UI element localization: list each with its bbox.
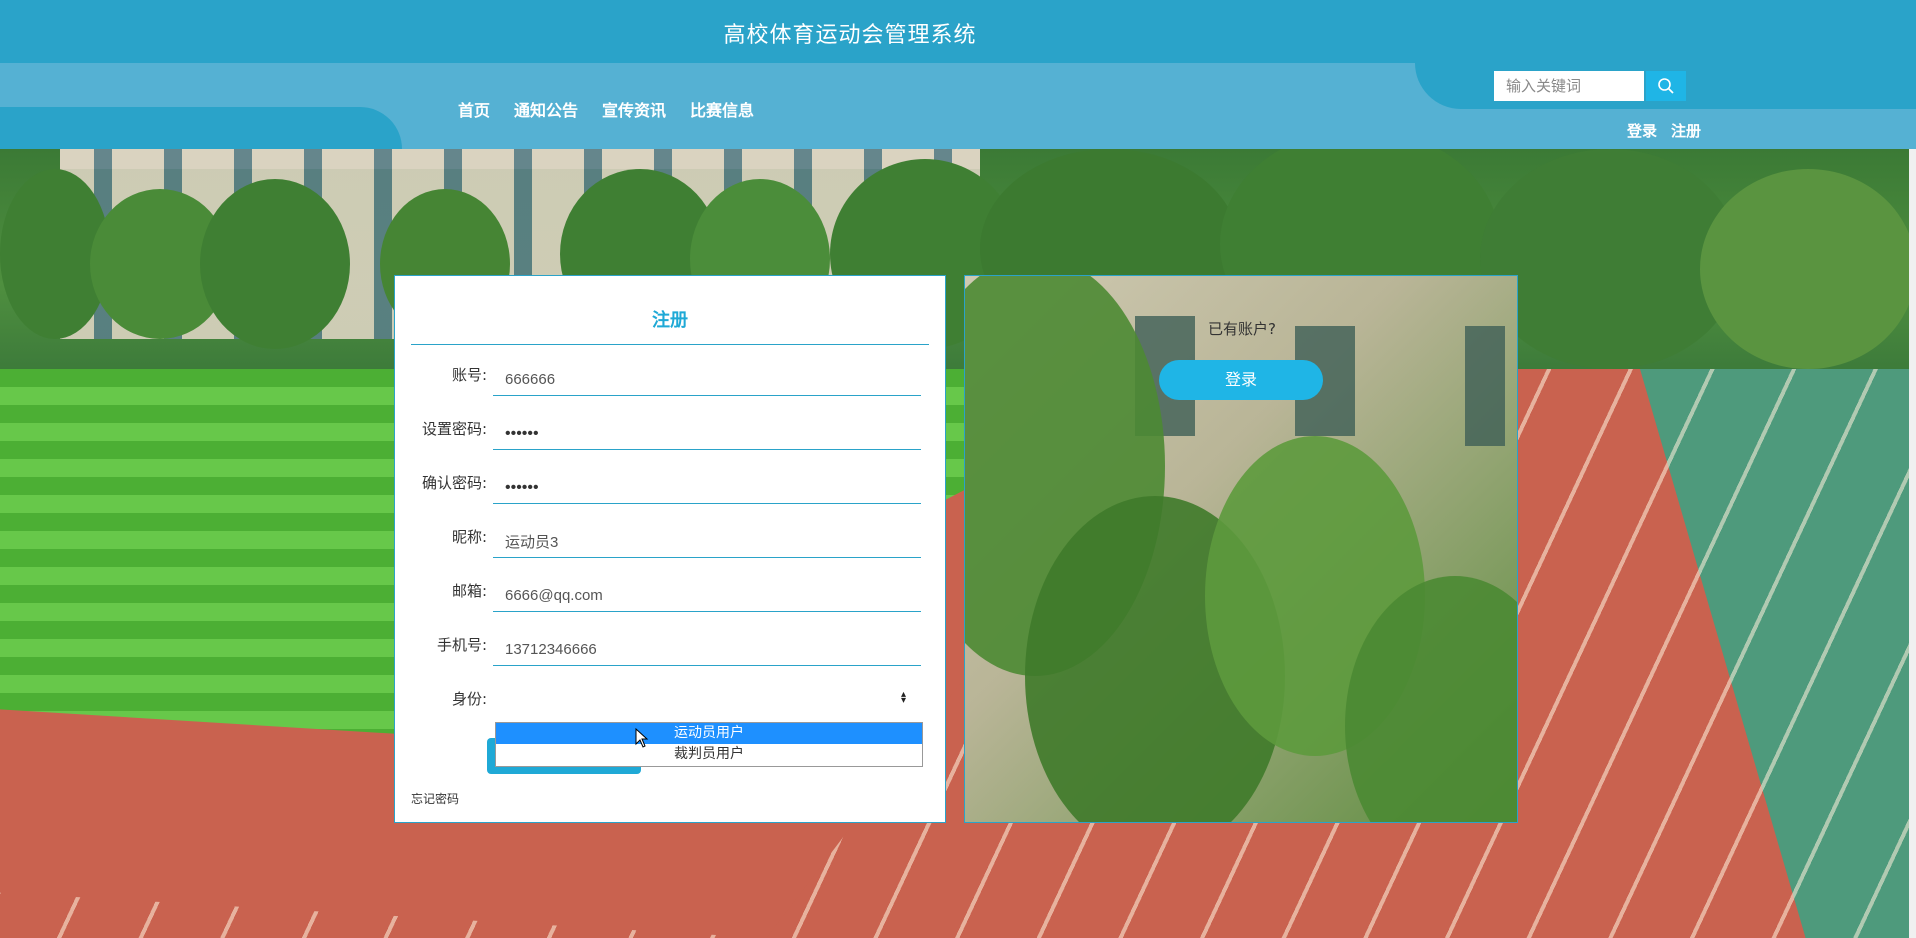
register-card: 注册 账号: 设置密码: •••••• 确认密码: •••••• 昵称: 邮箱:… — [394, 275, 946, 823]
select-arrows-icon: ▴ ▾ — [901, 689, 907, 706]
confirm-password-input[interactable]: •••••• — [493, 472, 921, 504]
nav-decorative-shape-left — [0, 107, 402, 149]
nickname-label: 昵称: — [451, 528, 487, 546]
nav-item-home[interactable]: 首页 — [458, 97, 490, 121]
account-label: 账号: — [451, 366, 487, 384]
header-login-link[interactable]: 登录 — [1627, 120, 1657, 141]
form-row-phone: 手机号: — [395, 634, 947, 674]
login-button[interactable]: 登录 — [1159, 360, 1323, 400]
search-input[interactable] — [1494, 71, 1644, 101]
nav-item-news[interactable]: 宣传资讯 — [602, 97, 666, 121]
nav-item-matches[interactable]: 比赛信息 — [690, 97, 754, 121]
form-row-account: 账号: — [395, 364, 947, 404]
page-scrollbar[interactable] — [1909, 149, 1916, 938]
password-label: 设置密码: — [421, 420, 487, 438]
role-option-athlete[interactable]: 运动员用户 — [496, 723, 922, 744]
form-row-password: 设置密码: •••••• — [395, 418, 947, 458]
phone-input[interactable] — [493, 634, 921, 666]
main-nav-menu: 首页 通知公告 宣传资讯 比赛信息 — [458, 97, 778, 121]
site-title: 高校体育运动会管理系统 — [723, 23, 977, 48]
background-photo-sports-field — [0, 149, 1916, 938]
email-input[interactable] — [493, 580, 921, 612]
email-label: 邮箱: — [451, 582, 487, 600]
forgot-password-link[interactable]: 忘记密码 — [411, 790, 459, 807]
auth-links: 登录 注册 — [1627, 120, 1701, 141]
search-icon — [1658, 78, 1674, 94]
title-divider — [411, 344, 929, 345]
mouse-cursor-icon — [635, 728, 649, 748]
have-account-text: 已有账户? — [1208, 320, 1276, 338]
role-dropdown-list: 运动员用户 裁判员用户 — [495, 722, 923, 767]
form-row-email: 邮箱: — [395, 580, 947, 620]
nav-item-notices[interactable]: 通知公告 — [514, 97, 578, 121]
login-prompt-panel: 已有账户? 登录 — [964, 275, 1518, 823]
password-input[interactable]: •••••• — [493, 418, 921, 450]
header-register-link[interactable]: 注册 — [1671, 120, 1701, 141]
confirm-password-label: 确认密码: — [421, 474, 487, 492]
account-input[interactable] — [493, 364, 921, 396]
phone-label: 手机号: — [436, 636, 487, 654]
top-header-bar: 高校体育运动会管理系统 — [0, 0, 1916, 63]
form-row-nickname: 昵称: — [395, 526, 947, 566]
role-label: 身份: — [451, 690, 487, 708]
form-row-confirm-password: 确认密码: •••••• — [395, 472, 947, 512]
register-title: 注册 — [652, 310, 688, 331]
search-button[interactable] — [1646, 71, 1686, 101]
role-select[interactable] — [493, 688, 921, 720]
nickname-input[interactable] — [493, 526, 921, 558]
role-option-referee[interactable]: 裁判员用户 — [496, 744, 922, 765]
